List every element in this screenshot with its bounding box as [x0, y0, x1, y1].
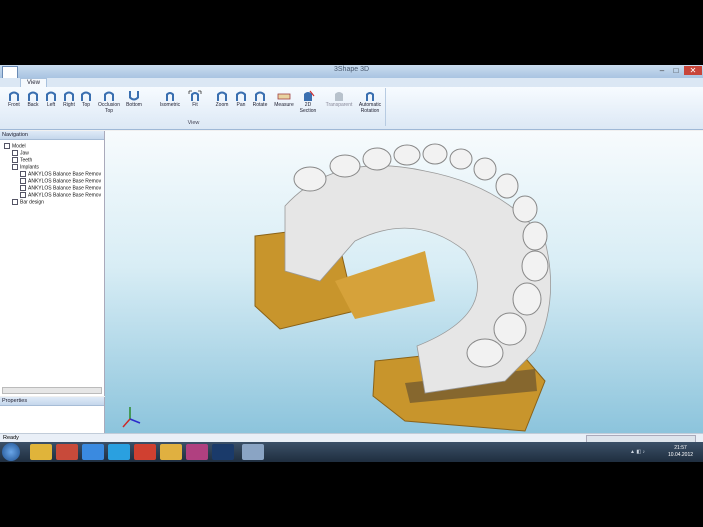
tree-item-bar-design[interactable]: Bar design: [12, 199, 44, 205]
ribbon-group-view: Front Back Left Right Top Occlusion Top …: [2, 88, 386, 126]
ribbon: Front Back Left Right Top Occlusion Top …: [0, 87, 703, 130]
tree-item-jaw[interactable]: Jaw: [12, 150, 29, 156]
checkbox[interactable]: [4, 143, 10, 149]
axis-triad-icon: [122, 407, 141, 428]
app-icon[interactable]: [186, 444, 208, 460]
2d-section-button[interactable]: 2D Section: [296, 90, 320, 114]
skype-icon[interactable]: [108, 444, 130, 460]
system-tray[interactable]: ▲ ◧ ♪: [630, 449, 645, 455]
rotate-label: Rotate: [252, 102, 268, 108]
tooth-top-icon: [81, 91, 91, 101]
2d-section-label: 2D Section: [299, 102, 317, 114]
tree-label: Bar design: [20, 199, 44, 206]
fit-icon: [188, 90, 202, 101]
3d-viewport[interactable]: [105, 131, 703, 433]
navigation-panel: Navigation Model Jaw Teeth Implants ANKY…: [0, 131, 105, 396]
tree-item-implant[interactable]: ANKYLOS Balance Base Remov: [20, 178, 101, 184]
ribbon-group-label: View: [187, 120, 200, 126]
measure-button[interactable]: Measure: [272, 90, 296, 108]
checkbox[interactable]: [20, 171, 26, 177]
zoom-icon: [217, 91, 227, 101]
isometric-icon: [166, 92, 174, 101]
rotate-icon: [255, 91, 265, 101]
title-bar: 3Shape 3D – □ ✕: [0, 65, 703, 79]
tree-label: Teeth: [20, 157, 33, 164]
dental-app-taskbar-icon[interactable]: [242, 444, 264, 460]
windows-taskbar: ▲ ◧ ♪ 21:57 10.04.2012: [0, 442, 703, 462]
navigation-title: Navigation: [0, 131, 104, 140]
bottom-view-button[interactable]: Bottom: [122, 90, 146, 108]
occlusion-top-label: Occlusion Top: [98, 102, 120, 114]
clock-time: 21:57: [674, 445, 687, 451]
tree-label: Implants: [20, 164, 39, 171]
photoshop-icon[interactable]: [212, 444, 234, 460]
pan-icon: [236, 91, 246, 101]
tree-label: Model: [12, 143, 26, 150]
bottom-view-label: Bottom: [126, 102, 142, 108]
tree-label: Jaw: [20, 150, 29, 157]
checkbox[interactable]: [12, 150, 18, 156]
transparent-label: Transparent: [325, 102, 353, 108]
isometric-label: Isometric: [159, 102, 181, 108]
occlusion-top-icon: [104, 91, 114, 101]
automatic-rotation-label: Automatic Rotation: [358, 102, 382, 114]
fit-button[interactable]: Fit: [183, 90, 207, 108]
tooth-bottom-icon: [129, 91, 139, 101]
clock-date: 10.04.2012: [668, 452, 694, 458]
section-plane-icon: [304, 90, 315, 101]
top-view-button[interactable]: Top: [74, 90, 98, 108]
transparent-icon: [335, 92, 343, 101]
transparent-button[interactable]: Transparent: [324, 90, 354, 108]
tree-label: ANKYLOS Balance Base Remov: [28, 192, 102, 199]
dental-model-render[interactable]: [105, 131, 703, 433]
fit-label: Fit: [192, 102, 198, 108]
rotate-button[interactable]: Rotate: [248, 90, 272, 108]
horizontal-scrollbar[interactable]: [2, 387, 102, 394]
internet-explorer-icon[interactable]: [82, 444, 104, 460]
checkbox[interactable]: [12, 157, 18, 163]
tooth-front-icon: [9, 91, 19, 101]
tooth-left-icon: [46, 91, 56, 101]
tree-item-implant[interactable]: ANKYLOS Balance Base Remov: [20, 185, 101, 191]
window-title: 3Shape 3D: [333, 66, 370, 73]
minimize-button[interactable]: –: [655, 66, 669, 75]
checkbox[interactable]: [12, 199, 18, 205]
tree-label: ANKYLOS Balance Base Remov: [28, 171, 102, 178]
occlusion-top-button[interactable]: Occlusion Top: [96, 90, 122, 114]
measure-label: Measure: [274, 102, 294, 108]
top-view-label: Top: [81, 102, 91, 108]
checkbox[interactable]: [20, 178, 26, 184]
folder-icon[interactable]: [160, 444, 182, 460]
pdf-icon[interactable]: [134, 444, 156, 460]
close-button[interactable]: ✕: [684, 66, 702, 75]
tree-item-model[interactable]: Model: [4, 143, 26, 149]
start-button[interactable]: [2, 443, 20, 461]
tooth-back-icon: [28, 91, 38, 101]
automatic-rotation-button[interactable]: Automatic Rotation: [355, 90, 385, 114]
isometric-view-button[interactable]: Isometric: [158, 90, 182, 108]
tree-item-implant[interactable]: ANKYLOS Balance Base Remov: [20, 171, 101, 177]
checkbox[interactable]: [12, 164, 18, 170]
tree-label: ANKYLOS Balance Base Remov: [28, 178, 102, 185]
media-player-icon[interactable]: [30, 444, 52, 460]
ribbon-tab-strip: View: [0, 78, 703, 88]
tree-item-teeth[interactable]: Teeth: [12, 157, 32, 163]
properties-title: Properties: [0, 397, 104, 406]
tree-label: ANKYLOS Balance Base Remov: [28, 185, 102, 192]
checkbox[interactable]: [20, 185, 26, 191]
tree-item-implant[interactable]: ANKYLOS Balance Base Remov: [20, 192, 101, 198]
app-icon[interactable]: [56, 444, 78, 460]
auto-rotation-icon: [366, 92, 374, 101]
clock[interactable]: 21:57 10.04.2012: [668, 445, 693, 459]
maximize-button[interactable]: □: [669, 66, 683, 75]
tree-item-implants[interactable]: Implants: [12, 164, 39, 170]
properties-panel: Properties: [0, 397, 105, 433]
application-screen: 3Shape 3D – □ ✕ View Front Back Left Rig…: [0, 65, 703, 462]
checkbox[interactable]: [20, 192, 26, 198]
measure-ruler-icon: [277, 93, 291, 100]
